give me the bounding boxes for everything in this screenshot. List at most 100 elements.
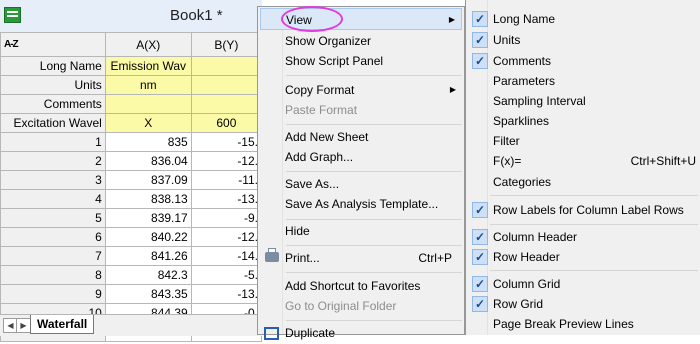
row-number[interactable]: 3 (0, 170, 106, 190)
menu-separator (490, 270, 698, 271)
menu-item-add-graph[interactable]: Add Graph... (260, 146, 462, 168)
menu-item-label: Page Break Preview Lines (493, 317, 634, 331)
label-row-header[interactable]: Long Name (0, 56, 106, 76)
submenu-item-sampling-interval[interactable]: Sampling Interval (468, 90, 698, 112)
workbook-titlebar[interactable]: Book1 * (0, 0, 262, 33)
row-number[interactable]: 9 (0, 284, 106, 304)
submenu-item-row-grid[interactable]: ✓ Row Grid (468, 293, 698, 315)
duplicate-icon (264, 327, 279, 340)
cell-b[interactable]: -13. (190, 284, 263, 304)
submenu-item-page-break[interactable]: Page Break Preview Lines (468, 313, 698, 335)
submenu-item-row-header[interactable]: ✓ Row Header (468, 246, 698, 268)
menu-separator (490, 224, 698, 225)
submenu-item-parameters[interactable]: Parameters (468, 70, 698, 92)
label-cell-b[interactable] (190, 56, 263, 76)
label-cell-b[interactable] (190, 94, 263, 114)
menu-item-show-script-panel[interactable]: Show Script Panel (260, 50, 462, 72)
table-row: 9 843.35 -13. (0, 284, 263, 304)
row-number[interactable]: 7 (0, 246, 106, 266)
check-icon: ✓ (472, 249, 488, 265)
submenu-item-units[interactable]: ✓ Units (468, 29, 698, 51)
column-header-a[interactable]: A(X) (104, 32, 192, 57)
cell-b[interactable]: -5. (190, 265, 263, 285)
menu-item-save-as-template[interactable]: Save As Analysis Template... (260, 193, 462, 215)
label-row-header[interactable]: Excitation Wavel (0, 113, 106, 133)
cell-a[interactable]: 843.35 (104, 284, 192, 304)
table-row: 2 836.04 -12. (0, 151, 263, 171)
cell-b[interactable]: -13. (190, 189, 263, 209)
menu-item-save-as[interactable]: Save As... (260, 173, 462, 195)
menu-item-view[interactable]: View ▶ (260, 6, 462, 32)
menu-item-view-label: View (286, 13, 312, 27)
menu-item-print[interactable]: Print... Ctrl+P (260, 247, 462, 269)
workbook-icon[interactable] (4, 7, 21, 23)
submenu-arrow-icon: ▶ (448, 15, 455, 24)
row-number[interactable]: 2 (0, 151, 106, 171)
label-cell-a[interactable]: nm (104, 75, 192, 95)
cell-a[interactable]: 837.09 (104, 170, 192, 190)
submenu-item-row-labels[interactable]: ✓ Row Labels for Column Label Rows (468, 199, 698, 221)
cell-b[interactable]: -12. (190, 227, 263, 247)
menu-item-label: Row Grid (493, 297, 544, 311)
cell-a[interactable]: 842.3 (104, 265, 192, 285)
label-cell-a[interactable]: X (104, 113, 192, 133)
menu-separator (286, 272, 462, 273)
submenu-item-fx[interactable]: F(x)= Ctrl+Shift+U (468, 150, 698, 172)
row-number[interactable]: 5 (0, 208, 106, 228)
table-row: 1 835 -15. (0, 132, 263, 152)
submenu-item-filter[interactable]: Filter (468, 130, 698, 152)
table-row: 5 839.17 -9. (0, 208, 263, 228)
menu-item-duplicate[interactable]: Duplicate (260, 322, 462, 344)
submenu-item-comments[interactable]: ✓ Comments (468, 50, 698, 72)
cell-a[interactable]: 836.04 (104, 151, 192, 171)
printer-icon (265, 248, 279, 262)
label-cell-a[interactable] (104, 94, 192, 114)
menu-item-hide[interactable]: Hide (260, 220, 462, 242)
cell-a[interactable]: 840.22 (104, 227, 192, 247)
check-icon: ✓ (472, 296, 488, 312)
worksheet-grid: A-Z A(X) B(Y) Long Name Emission Wav Units… (0, 32, 263, 342)
submenu-item-column-header[interactable]: ✓ Column Header (468, 226, 698, 248)
menu-item-copy-format[interactable]: Copy Format ▶ (260, 79, 462, 101)
row-number[interactable]: 1 (0, 132, 106, 152)
select-all-corner[interactable]: A-Z (0, 32, 106, 57)
row-number[interactable]: 8 (0, 265, 106, 285)
cell-a[interactable]: 838.13 (104, 189, 192, 209)
cell-b[interactable]: -9. (190, 208, 263, 228)
check-icon: ✓ (472, 11, 488, 27)
menu-item-label: F(x)= (493, 154, 522, 168)
label-cell-b[interactable]: 600 (190, 113, 263, 133)
row-number[interactable]: 6 (0, 227, 106, 247)
menu-item-label: Sparklines (493, 114, 550, 128)
label-row-header[interactable]: Units (0, 75, 106, 95)
column-header-b[interactable]: B(Y) (190, 32, 263, 57)
cell-b[interactable]: -15. (190, 132, 263, 152)
label-row-header[interactable]: Comments (0, 94, 106, 114)
submenu-item-categories[interactable]: Categories (468, 171, 698, 193)
menu-separator (286, 75, 462, 76)
view-submenu: ✓ Long Name ✓ Units ✓ Comments Parameter… (465, 0, 700, 335)
menu-item-show-organizer[interactable]: Show Organizer (260, 30, 462, 52)
cell-a[interactable]: 841.26 (104, 246, 192, 266)
label-row: Comments (0, 94, 263, 114)
label-cell-a[interactable]: Emission Wav (104, 56, 192, 76)
label-cell-b[interactable] (190, 75, 263, 95)
submenu-item-column-grid[interactable]: ✓ Column Grid (468, 273, 698, 295)
menu-item-label: Print... (285, 251, 320, 265)
row-number[interactable]: 4 (0, 189, 106, 209)
next-sheet-icon[interactable]: ▶ (16, 318, 31, 333)
sheet-tab-waterfall[interactable]: Waterfall (30, 315, 95, 334)
submenu-item-sparklines[interactable]: Sparklines (468, 110, 698, 132)
cell-a[interactable]: 839.17 (104, 208, 192, 228)
menu-item-add-shortcut-favorites[interactable]: Add Shortcut to Favorites (260, 275, 462, 297)
cell-b[interactable]: -14. (190, 246, 263, 266)
submenu-item-long-name[interactable]: ✓ Long Name (468, 8, 698, 30)
cell-a[interactable]: 835 (104, 132, 192, 152)
cell-b[interactable]: -12. (190, 151, 263, 171)
cell-b[interactable]: -11. (190, 170, 263, 190)
workbook-title: Book1 * (170, 7, 223, 24)
menu-item-add-new-sheet[interactable]: Add New Sheet (260, 126, 462, 148)
sort-az-icon[interactable]: A-Z (4, 40, 102, 50)
table-row: 8 842.3 -5. (0, 265, 263, 285)
table-row: 3 837.09 -11. (0, 170, 263, 190)
